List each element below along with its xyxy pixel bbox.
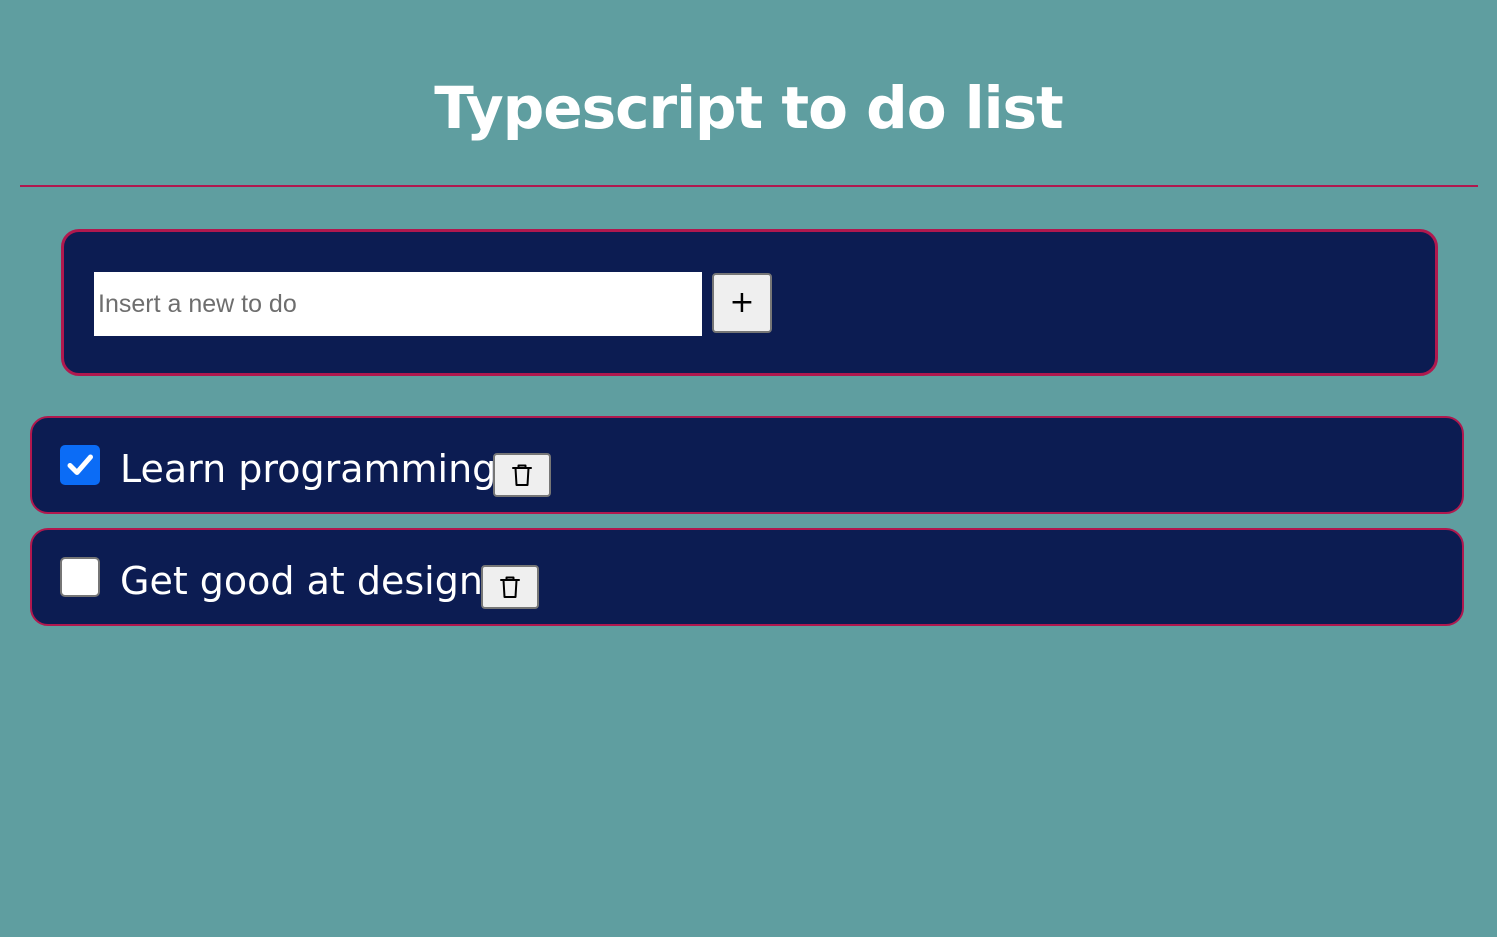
trash-icon [500, 576, 520, 598]
delete-todo-button[interactable] [481, 565, 539, 609]
todo-item: Learn programming [30, 416, 1464, 514]
todo-checkbox[interactable] [60, 557, 100, 597]
delete-todo-button[interactable] [493, 453, 551, 497]
todo-text: Learn programming [120, 447, 497, 491]
todo-text: Get good at design [120, 559, 483, 603]
add-todo-panel: + [61, 229, 1438, 376]
new-todo-input[interactable] [94, 272, 702, 336]
todo-item: Get good at design [30, 528, 1464, 626]
trash-icon [512, 464, 532, 486]
todo-checkbox[interactable] [60, 445, 100, 485]
page-title: Typescript to do list [434, 74, 1064, 142]
title-divider [20, 185, 1478, 187]
add-todo-button[interactable]: + [712, 273, 772, 333]
checkmark-icon [67, 454, 93, 475]
